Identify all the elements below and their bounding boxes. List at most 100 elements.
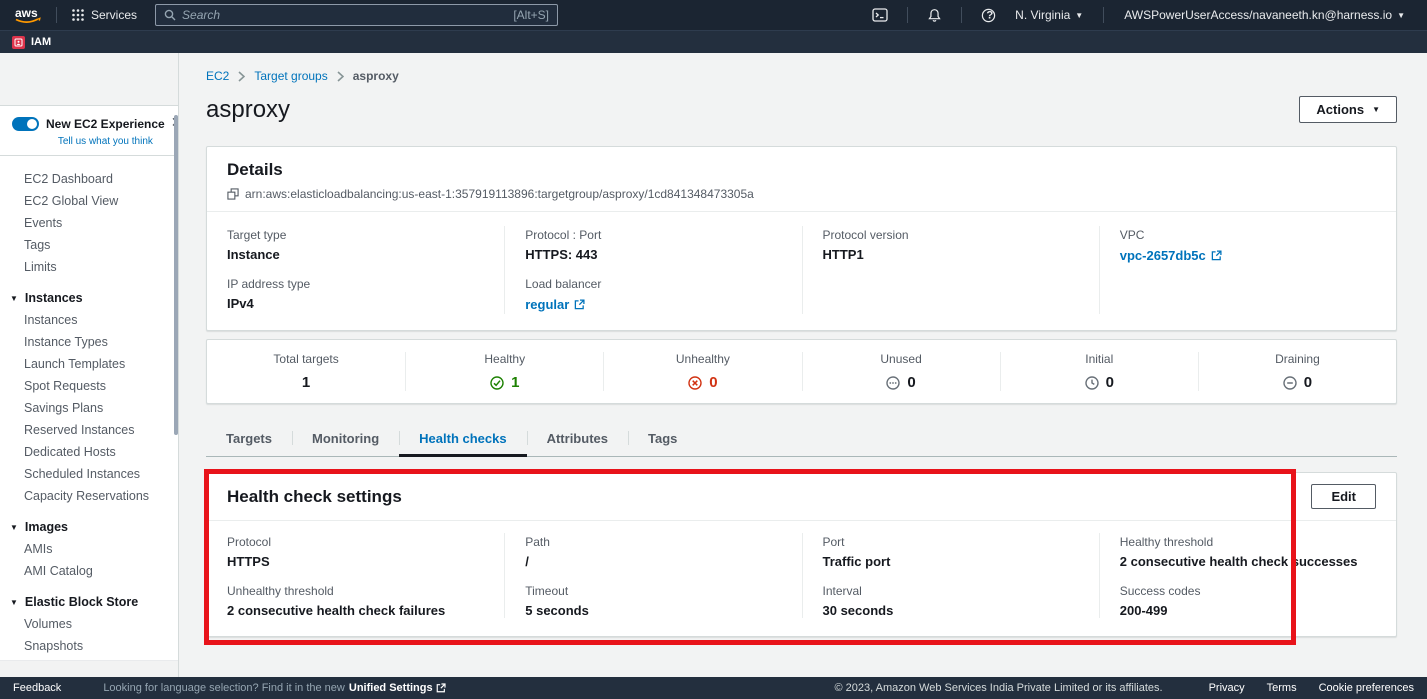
summary-value: 1	[302, 374, 310, 391]
sidebar-item-capacity-reservations[interactable]: Capacity Reservations	[0, 485, 178, 507]
services-menu-button[interactable]: Services	[67, 8, 141, 22]
sidebar-item-tags[interactable]: Tags	[0, 234, 178, 256]
field-label: Target type	[227, 228, 484, 242]
field-target-type: Target type Instance	[227, 228, 484, 262]
tab-tags[interactable]: Tags	[628, 422, 697, 456]
summary-unused: Unused 0	[802, 352, 1000, 391]
load-balancer-link[interactable]: regular	[525, 297, 585, 312]
field-value: HTTPS: 443	[525, 247, 781, 262]
sidebar-section-instances[interactable]: ▼ Instances	[0, 287, 178, 309]
tab-targets[interactable]: Targets	[206, 422, 292, 456]
sidebar-item-instance-types[interactable]: Instance Types	[0, 331, 178, 353]
breadcrumb-current: asproxy	[353, 69, 399, 83]
iam-label: IAM	[31, 36, 51, 48]
sidebar-section-elastic-block-store[interactable]: ▼ Elastic Block Store	[0, 591, 178, 613]
sidebar-item-dedicated-hosts[interactable]: Dedicated Hosts	[0, 441, 178, 463]
account-menu[interactable]: AWSPowerUserAccess/navaneeth.kn@harness.…	[1114, 8, 1415, 22]
summary-value: 0	[709, 374, 717, 391]
summary-value: 1	[511, 374, 519, 391]
actions-label: Actions	[1316, 102, 1364, 117]
minus-circle-icon	[1283, 376, 1297, 390]
privacy-link[interactable]: Privacy	[1209, 682, 1245, 694]
language-text: Looking for language selection? Find it …	[103, 682, 345, 694]
details-col-2: Protocol : Port HTTPS: 443 Load balancer…	[504, 226, 801, 314]
sidebar-bottom-gap	[0, 660, 178, 677]
svg-text:?: ?	[987, 9, 994, 21]
sidebar-item-reserved-instances[interactable]: Reserved Instances	[0, 419, 178, 441]
terms-link[interactable]: Terms	[1267, 682, 1297, 694]
feedback-button[interactable]: Feedback	[13, 682, 61, 694]
details-col-4: VPC vpc-2657db5c	[1099, 226, 1396, 314]
actions-button[interactable]: Actions ▼	[1299, 96, 1397, 123]
sidebar-item-ec2-dashboard[interactable]: EC2 Dashboard	[0, 168, 178, 190]
breadcrumb-target-groups[interactable]: Target groups	[254, 69, 327, 83]
summary-label: Healthy	[406, 352, 603, 366]
edit-button[interactable]: Edit	[1311, 484, 1376, 509]
unified-settings-text: Unified Settings	[349, 682, 433, 694]
aws-logo[interactable]: aws	[12, 4, 46, 26]
tell-us-link[interactable]: Tell us what you think	[46, 136, 165, 147]
field-value: HTTP1	[823, 247, 1079, 262]
summary-value: 0	[1304, 374, 1312, 391]
sidebar-scrollbar[interactable]	[174, 115, 178, 435]
cookie-preferences-link[interactable]: Cookie preferences	[1319, 682, 1414, 694]
vpc-link[interactable]: vpc-2657db5c	[1120, 248, 1222, 263]
help-button[interactable]: ?	[972, 8, 1005, 23]
field-interval: Interval 30 seconds	[823, 584, 1079, 618]
region-selector[interactable]: N. Virginia ▼	[1005, 8, 1093, 22]
field-label: Load balancer	[525, 277, 781, 291]
breadcrumb-ec2[interactable]: EC2	[206, 69, 229, 83]
divider	[907, 7, 908, 23]
sidebar-item-volumes[interactable]: Volumes	[0, 613, 178, 635]
sidebar-item-ec2-global-view[interactable]: EC2 Global View	[0, 190, 178, 212]
field-label: Success codes	[1120, 584, 1376, 598]
sidebar-item-savings-plans[interactable]: Savings Plans	[0, 397, 178, 419]
arn-value: arn:aws:elasticloadbalancing:us-east-1:3…	[245, 187, 754, 201]
sidebar-item-launch-templates[interactable]: Launch Templates	[0, 353, 178, 375]
cloudshell-icon	[872, 8, 888, 22]
field-label: Interval	[823, 584, 1079, 598]
breadcrumb: EC2 Target groups asproxy	[206, 69, 1397, 83]
cloudshell-button[interactable]	[863, 8, 897, 22]
section-label: Instances	[25, 291, 83, 305]
field-value: 2 consecutive health check successes	[1120, 554, 1376, 569]
sidebar-item-limits[interactable]: Limits	[0, 256, 178, 278]
tab-attributes[interactable]: Attributes	[527, 422, 628, 456]
link-text: vpc-2657db5c	[1120, 248, 1206, 263]
sidebar-item-amis[interactable]: AMIs	[0, 538, 178, 560]
section-label: Elastic Block Store	[25, 595, 138, 609]
summary-value: 0	[1106, 374, 1114, 391]
field-value: 5 seconds	[525, 603, 781, 618]
sidebar-item-spot-requests[interactable]: Spot Requests	[0, 375, 178, 397]
services-label: Services	[91, 8, 137, 22]
favorite-iam-link[interactable]: IAM	[12, 36, 51, 49]
summary-unhealthy: Unhealthy 0	[603, 352, 801, 391]
sidebar-item-ami-catalog[interactable]: AMI Catalog	[0, 560, 178, 582]
hc-col-1: Protocol HTTPS Unhealthy threshold 2 con…	[207, 533, 504, 618]
unified-settings-link[interactable]: Unified Settings	[349, 682, 446, 694]
copy-arn-button[interactable]	[227, 188, 239, 200]
field-label: Timeout	[525, 584, 781, 598]
global-search-input[interactable]: Search [Alt+S]	[155, 4, 558, 26]
sidebar-item-snapshots[interactable]: Snapshots	[0, 635, 178, 657]
chevron-down-icon: ▼	[10, 294, 18, 303]
clock-circle-icon	[1085, 376, 1099, 390]
field-success-codes: Success codes 200-499	[1120, 584, 1376, 618]
search-icon	[164, 9, 176, 21]
details-col-1: Target type Instance IP address type IPv…	[207, 226, 504, 314]
field-value: 30 seconds	[823, 603, 1079, 618]
search-shortcut: [Alt+S]	[513, 8, 549, 22]
sidebar-section-images[interactable]: ▼ Images	[0, 516, 178, 538]
new-ec2-experience-banner: New EC2 Experience Tell us what you thin…	[0, 105, 178, 156]
sidebar-item-instances[interactable]: Instances	[0, 309, 178, 331]
sidebar-item-events[interactable]: Events	[0, 212, 178, 234]
tab-health-checks[interactable]: Health checks	[399, 422, 526, 456]
new-experience-toggle[interactable]	[12, 117, 39, 131]
tab-monitoring[interactable]: Monitoring	[292, 422, 399, 456]
ellipsis-circle-icon	[886, 376, 900, 390]
summary-label: Unhealthy	[604, 352, 801, 366]
notifications-button[interactable]	[918, 8, 951, 23]
summary-value: 0	[907, 374, 915, 391]
sidebar-item-scheduled-instances[interactable]: Scheduled Instances	[0, 463, 178, 485]
check-circle-icon	[490, 376, 504, 390]
